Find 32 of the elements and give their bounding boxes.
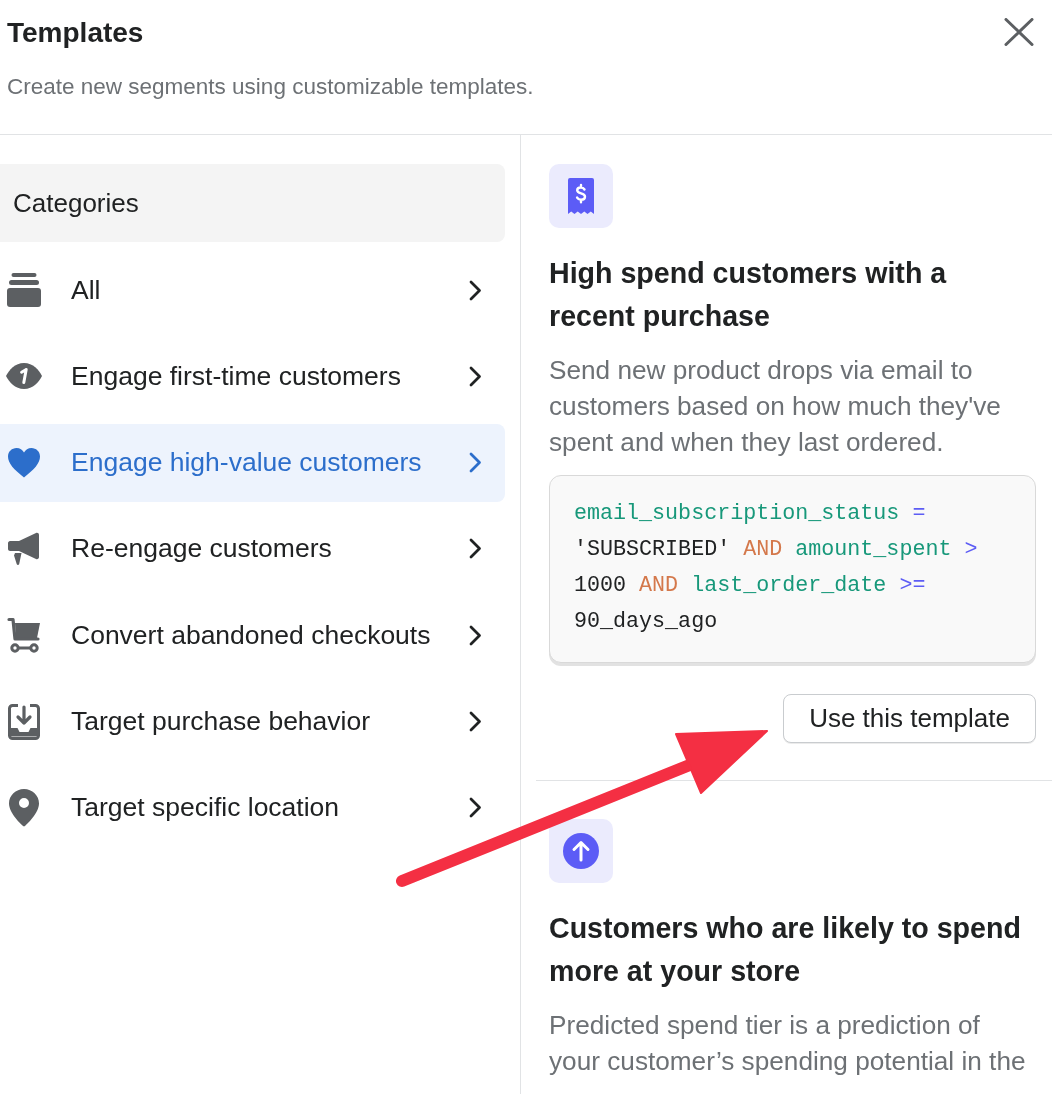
template-description: Send new product drops via email to customers based on how much they've spent and when they last ordered. — [549, 354, 1002, 459]
megaphone-icon — [8, 532, 40, 566]
category-item[interactable]: All — [0, 251, 505, 329]
chevron-right-icon — [469, 711, 482, 733]
category-item[interactable]: Engage first-time customers — [0, 337, 505, 416]
query-code-block: email_subscription_status = 'SUBSCRIBED' AND amount_spent > 1000 AND last_order_date >= 90_days_ago — [549, 475, 1036, 663]
dialog-subtitle: Create new segments using customizable templates. — [7, 73, 534, 101]
category-item[interactable]: Target purchase behavior — [0, 682, 505, 761]
use-template-button[interactable]: Use this template — [783, 694, 1036, 743]
chevron-right-icon — [469, 538, 482, 560]
categories-heading: Categories — [0, 164, 505, 242]
receipt-icon — [549, 164, 613, 228]
chevron-right-icon — [469, 797, 482, 819]
heart-icon — [8, 447, 40, 478]
chevron-right-icon — [469, 452, 482, 474]
template-title: High spend customers with a recent purchase — [549, 256, 948, 334]
dialog-title: Templates — [7, 16, 145, 50]
location-pin-icon — [9, 788, 39, 827]
category-item[interactable]: Engage high-value customers — [0, 423, 505, 502]
download-tray-icon — [8, 703, 40, 740]
numbered-badge-icon — [6, 362, 42, 391]
cart-icon — [7, 617, 41, 654]
template-description: Predicted spend tier is a prediction of your customer’s spending potential in the — [549, 1009, 1027, 1078]
chevron-right-icon — [469, 624, 482, 646]
template-title: Customers who are likely to spend more at your store — [549, 911, 1022, 989]
category-item[interactable]: Target specific location — [0, 768, 505, 847]
category-item[interactable]: Convert abandoned checkouts — [0, 596, 505, 675]
chevron-right-icon — [469, 279, 482, 301]
chevron-right-icon — [469, 365, 482, 387]
stack-icon — [7, 273, 41, 307]
close-button[interactable] — [1004, 18, 1034, 46]
category-item[interactable]: Re-engage customers — [0, 510, 505, 588]
